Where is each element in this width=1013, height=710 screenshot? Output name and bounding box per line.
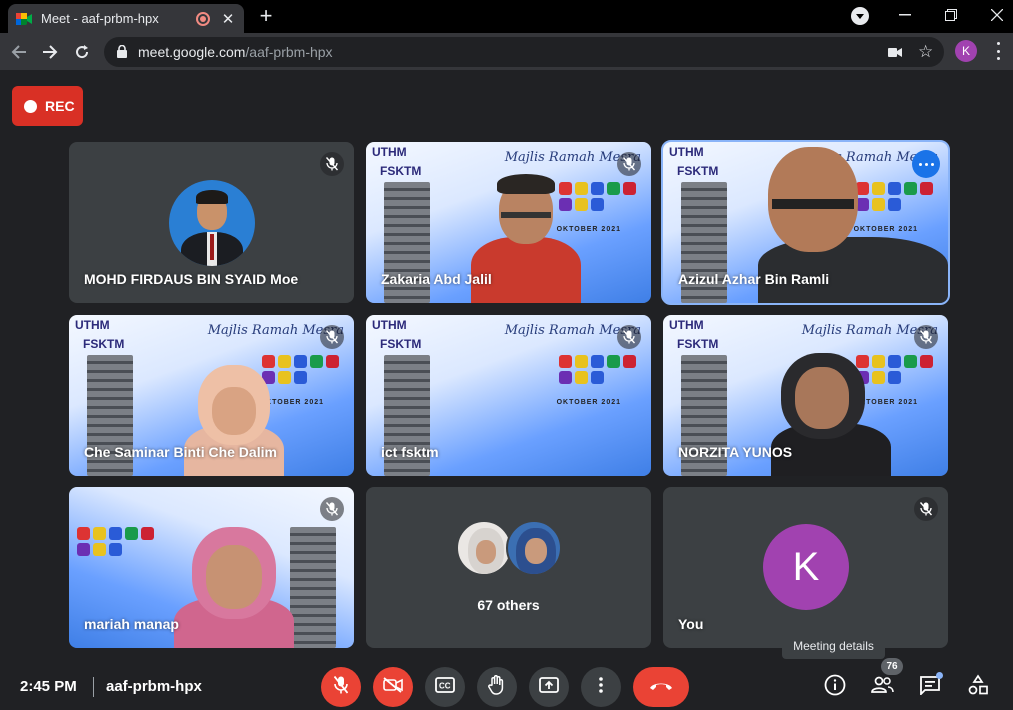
more-vert-icon [599, 676, 603, 698]
address-bar[interactable]: meet.google.com/aaf-prbm-hpx ☆ [104, 37, 944, 67]
participant-tile[interactable]: UTHM FSKTM Majlis Ramah Mesra OKTOBER 20… [663, 315, 948, 476]
back-icon[interactable] [6, 39, 32, 65]
participant-name: You [678, 616, 704, 632]
minimize-icon[interactable] [885, 0, 925, 30]
close-window-icon[interactable] [977, 0, 1013, 30]
recording-button[interactable]: REC [12, 86, 83, 126]
recording-label: REC [45, 98, 75, 114]
participant-name: Azizul Azhar Bin Ramli [678, 271, 830, 287]
muted-mic-icon [320, 497, 344, 521]
camera-toggle-button[interactable] [373, 667, 413, 707]
recording-indicator-icon [196, 11, 210, 26]
participant-name: Che Saminar Binti Che Dalim [84, 444, 277, 460]
info-icon [824, 674, 846, 701]
microphone-toggle-button[interactable] [321, 667, 361, 707]
raise-hand-button[interactable] [477, 667, 517, 707]
activities-icon [967, 673, 989, 701]
participant-name: mariah manap [84, 616, 179, 632]
tab-search-button[interactable] [851, 7, 869, 25]
restore-icon[interactable] [931, 0, 971, 30]
more-options-button[interactable] [581, 667, 621, 707]
url-text: meet.google.com/aaf-prbm-hpx [138, 44, 333, 60]
participants-count-badge: 76 [881, 658, 903, 675]
participant-tile[interactable]: mariah manap [69, 487, 354, 648]
participant-name: Zakaria Abd Jalil [381, 271, 492, 287]
participant-avatar [169, 180, 255, 266]
svg-text:CC: CC [439, 681, 451, 690]
muted-mic-icon [617, 152, 641, 176]
others-count: 67 others [477, 597, 540, 613]
raise-hand-icon [488, 674, 506, 700]
others-tile[interactable]: 67 others [366, 487, 651, 648]
close-tab-icon[interactable]: ✕ [220, 10, 236, 28]
mic-off-icon [333, 675, 349, 699]
meeting-details-button[interactable] [815, 667, 855, 707]
forward-icon[interactable] [37, 39, 63, 65]
participant-tile-active-speaker[interactable]: UTHM FSKTM Majlis Ramah Mesra OKTOBER 20… [661, 140, 950, 305]
record-dot-icon [24, 99, 37, 113]
meeting-details-tooltip: Meeting details [782, 634, 885, 659]
self-avatar: K [763, 524, 849, 610]
browser-menu-icon[interactable] [992, 42, 1004, 60]
reload-icon[interactable] [69, 39, 95, 65]
meeting-code: aaf-prbm-hpx [106, 678, 202, 695]
chat-button[interactable] [910, 667, 950, 707]
leave-call-button[interactable] [633, 667, 689, 707]
muted-mic-icon [320, 152, 344, 176]
new-tab-button[interactable]: + [254, 4, 278, 28]
tab-title: Meet - aaf-prbm-hpx [41, 11, 159, 26]
camera-in-use-icon[interactable] [888, 45, 902, 63]
lock-icon[interactable] [117, 44, 127, 63]
google-meet-icon [16, 12, 32, 26]
participant-name: NORZITA YUNOS [678, 444, 793, 460]
participant-tile[interactable]: MOHD FIRDAUS BIN SYAID Moe [69, 142, 354, 303]
muted-mic-icon [320, 325, 344, 349]
participant-tile[interactable]: UTHM FSKTM Majlis Ramah Mesra OKTOBER 20… [69, 315, 354, 476]
browser-toolbar: meet.google.com/aaf-prbm-hpx ☆ K [0, 33, 1013, 70]
participant-name: MOHD FIRDAUS BIN SYAID Moe [84, 271, 299, 287]
participant-tile[interactable]: UTHM FSKTM Majlis Ramah Mesra OKTOBER 20… [366, 142, 651, 303]
present-screen-icon [539, 676, 559, 698]
bookmark-star-icon[interactable]: ☆ [918, 42, 933, 62]
captions-icon: CC [435, 676, 455, 698]
camera-off-icon [383, 676, 403, 698]
browser-tab-bar: Meet - aaf-prbm-hpx ✕ + [0, 0, 1013, 33]
meeting-clock: 2:45 PM [20, 678, 77, 695]
divider [93, 677, 94, 697]
participant-tile[interactable]: UTHM FSKTM Majlis Ramah Mesra OKTOBER 20… [366, 315, 651, 476]
browser-tab-meet[interactable]: Meet - aaf-prbm-hpx ✕ [8, 4, 244, 33]
participant-name: ict fsktm [381, 444, 439, 460]
people-icon [870, 676, 894, 699]
unread-chat-indicator [936, 672, 943, 679]
profile-avatar[interactable]: K [955, 40, 977, 62]
present-now-button[interactable] [529, 667, 569, 707]
captions-button[interactable]: CC [425, 667, 465, 707]
muted-mic-icon [617, 325, 641, 349]
self-tile[interactable]: K You [663, 487, 948, 648]
hang-up-icon [649, 678, 673, 696]
muted-mic-icon [914, 325, 938, 349]
more-options-icon[interactable] [912, 150, 940, 178]
participant-avatar [456, 520, 512, 576]
activities-button[interactable] [958, 667, 998, 707]
muted-mic-icon [914, 497, 938, 521]
participant-avatar [506, 520, 562, 576]
